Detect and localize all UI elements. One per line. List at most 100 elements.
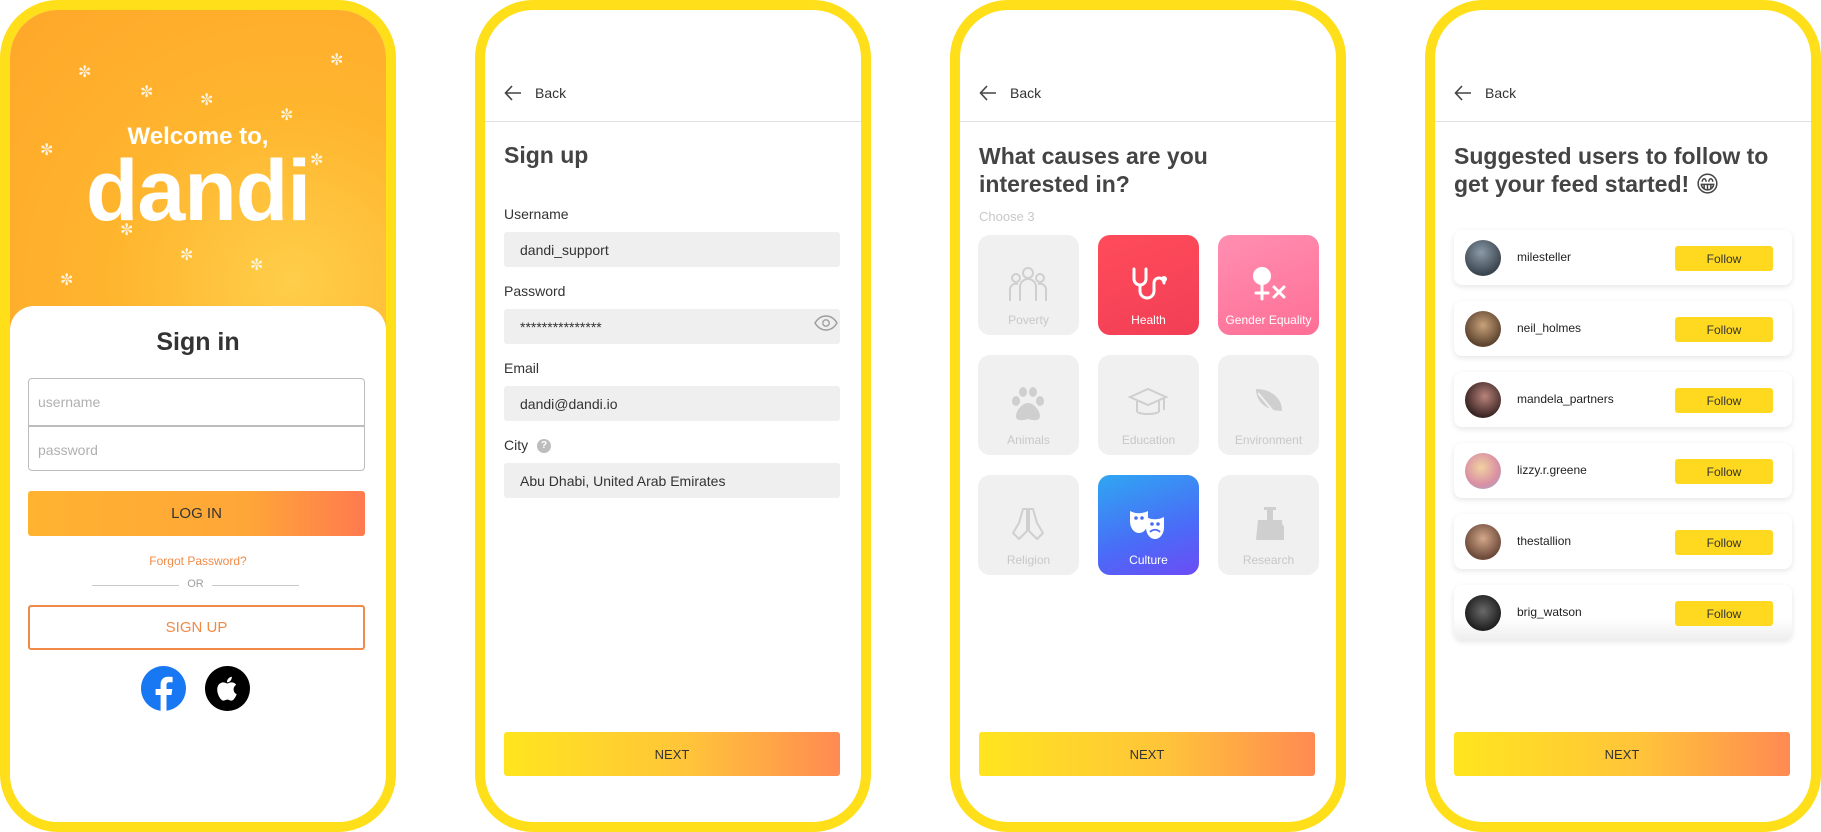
signup-button[interactable]: SIGN UP bbox=[28, 605, 365, 650]
username[interactable]: neil_holmes bbox=[1517, 321, 1581, 335]
username[interactable]: lizzy.r.greene bbox=[1517, 463, 1587, 477]
cause-tile-research[interactable]: Research bbox=[1218, 475, 1319, 575]
back-arrow-icon[interactable] bbox=[979, 84, 997, 102]
dandelion-seed-icon: ✼ bbox=[250, 257, 264, 274]
header-bar: Back bbox=[1435, 72, 1811, 122]
gender-equality-icon bbox=[1253, 267, 1286, 301]
back-arrow-icon[interactable] bbox=[1454, 84, 1472, 102]
signin-title: Sign in bbox=[156, 328, 240, 356]
eye-icon[interactable] bbox=[814, 315, 838, 331]
header-bar: Back bbox=[960, 72, 1336, 122]
welcome-hero: ✼ ✼ ✼ ✼ ✼ ✼ ✼ ✼ ✼ ✼ ✼ Welcome to, dandi bbox=[10, 10, 386, 330]
follow-button[interactable]: Follow bbox=[1675, 317, 1773, 342]
back-button[interactable]: Back bbox=[1485, 85, 1516, 101]
user-row: lizzy.r.greene Follow bbox=[1454, 443, 1792, 498]
or-label: OR bbox=[187, 578, 204, 590]
dandelion-seed-icon: ✼ bbox=[60, 272, 74, 289]
cause-tile-animals[interactable]: Animals bbox=[978, 355, 1079, 455]
email-label: Email bbox=[504, 360, 540, 376]
cause-label: Health bbox=[1131, 313, 1166, 327]
login-button[interactable]: LOG IN bbox=[28, 491, 365, 536]
next-button[interactable]: NEXT bbox=[1454, 732, 1790, 776]
theater-masks-icon bbox=[1130, 511, 1164, 539]
avatar[interactable] bbox=[1465, 453, 1501, 489]
divider-line bbox=[212, 585, 299, 586]
cause-tile-health[interactable]: Health bbox=[1098, 235, 1199, 335]
signin-card: Sign in LOG IN Forgot Password? OR SIGN … bbox=[10, 306, 386, 822]
cause-label: Poverty bbox=[1008, 313, 1049, 327]
credentials-box bbox=[28, 378, 365, 473]
password-label: Password bbox=[504, 283, 566, 299]
avatar[interactable] bbox=[1465, 524, 1501, 560]
username[interactable]: mandela_partners bbox=[1517, 392, 1614, 406]
username-input[interactable] bbox=[29, 379, 364, 425]
password-input[interactable] bbox=[29, 426, 364, 473]
next-button[interactable]: NEXT bbox=[504, 732, 840, 776]
forgot-password-link[interactable]: Forgot Password? bbox=[10, 554, 386, 568]
follow-button[interactable]: Follow bbox=[1675, 246, 1773, 271]
cause-tile-gender-equality[interactable]: Gender Equality bbox=[1218, 235, 1319, 335]
causes-phone: Back What causes are you interested in? … bbox=[950, 0, 1346, 832]
cause-label: Education bbox=[1121, 433, 1176, 447]
header-bar: Back bbox=[485, 72, 861, 122]
apple-login-button[interactable] bbox=[205, 666, 250, 711]
suggested-users-phone: Back Suggested users to follow to get yo… bbox=[1425, 0, 1821, 832]
follow-button[interactable]: Follow bbox=[1675, 530, 1773, 555]
follow-button[interactable]: Follow bbox=[1675, 459, 1773, 484]
user-row: neil_holmes Follow bbox=[1454, 301, 1792, 356]
password-field[interactable] bbox=[504, 309, 840, 344]
stethoscope-icon bbox=[1132, 267, 1167, 300]
cause-label: Religion bbox=[1006, 553, 1051, 567]
signin-phone: ✼ ✼ ✼ ✼ ✼ ✼ ✼ ✼ ✼ ✼ ✼ Welcome to, dandi … bbox=[0, 0, 396, 832]
next-button[interactable]: NEXT bbox=[979, 732, 1315, 776]
follow-button[interactable]: Follow bbox=[1675, 388, 1773, 413]
username[interactable]: thestallion bbox=[1517, 534, 1571, 548]
username-label: Username bbox=[504, 206, 569, 222]
cause-label: Animals bbox=[1007, 433, 1050, 447]
page-title: Sign up bbox=[504, 142, 589, 168]
username[interactable]: brig_watson bbox=[1517, 605, 1582, 619]
dandelion-seed-icon: ✼ bbox=[200, 92, 214, 109]
avatar[interactable] bbox=[1465, 311, 1501, 347]
user-row: milesteller Follow bbox=[1454, 230, 1792, 285]
facebook-login-button[interactable] bbox=[141, 666, 186, 711]
cause-tile-culture[interactable]: Culture bbox=[1098, 475, 1199, 575]
help-icon[interactable]: ? bbox=[537, 439, 551, 453]
user-row: brig_watson Follow bbox=[1454, 585, 1792, 640]
dandelion-seed-icon: ✼ bbox=[330, 52, 344, 69]
city-label: City bbox=[504, 437, 529, 453]
email-field[interactable] bbox=[504, 386, 840, 421]
back-button[interactable]: Back bbox=[1010, 85, 1041, 101]
leaf-icon bbox=[1251, 389, 1282, 420]
people-group-icon bbox=[1009, 267, 1047, 301]
cause-label: Research bbox=[1242, 553, 1295, 567]
cause-tile-environment[interactable]: Environment bbox=[1218, 355, 1319, 455]
back-arrow-icon[interactable] bbox=[504, 84, 522, 102]
graduation-cap-icon bbox=[1128, 387, 1168, 415]
dandelion-seed-icon: ✼ bbox=[180, 247, 194, 264]
back-button[interactable]: Back bbox=[535, 85, 566, 101]
page-title: Suggested users to follow to get your fe… bbox=[1454, 143, 1769, 197]
user-row: thestallion Follow bbox=[1454, 514, 1792, 569]
dandelion-seed-icon: ✼ bbox=[280, 107, 294, 124]
page-title: What causes are you interested in? bbox=[979, 143, 1208, 197]
cause-tile-religion[interactable]: Religion bbox=[978, 475, 1079, 575]
avatar[interactable] bbox=[1465, 240, 1501, 276]
follow-button[interactable]: Follow bbox=[1675, 601, 1773, 626]
cause-label: Environment bbox=[1234, 433, 1303, 447]
dandelion-seed-icon: ✼ bbox=[140, 84, 154, 101]
cause-tile-poverty[interactable]: Poverty bbox=[978, 235, 1079, 335]
apple-icon bbox=[217, 676, 237, 701]
city-field[interactable] bbox=[504, 463, 840, 498]
signup-phone: Back Sign up Username Password Email Cit… bbox=[475, 0, 871, 832]
paw-icon bbox=[1012, 387, 1044, 421]
avatar[interactable] bbox=[1465, 595, 1501, 631]
cause-tile-education[interactable]: Education bbox=[1098, 355, 1199, 455]
avatar[interactable] bbox=[1465, 382, 1501, 418]
username[interactable]: milesteller bbox=[1517, 250, 1571, 264]
cause-label: Gender Equality bbox=[1225, 313, 1312, 327]
choose-hint: Choose 3 bbox=[979, 209, 1035, 224]
facebook-icon bbox=[155, 676, 173, 711]
username-field[interactable] bbox=[504, 232, 840, 267]
cause-label: Culture bbox=[1129, 553, 1168, 567]
